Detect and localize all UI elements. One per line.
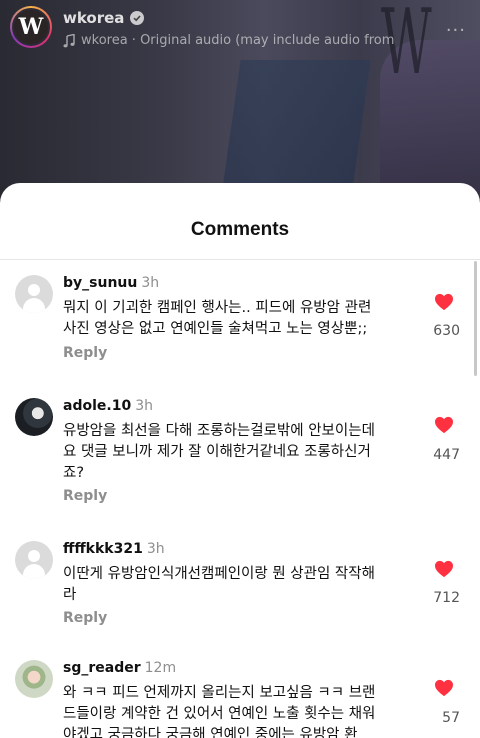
reel-author[interactable]: wkorea [63,9,145,27]
avatar[interactable] [15,541,53,579]
comment-header: ffffkkk321 3h [63,541,165,557]
comment-username[interactable]: adole.10 [63,398,131,414]
reel-panel [219,60,371,200]
comment-time: 3h [146,541,165,557]
comment-line: 뭐지 이 기괴한 캠페인 행사는.. 피드에 유방암 관련 [63,300,372,316]
heart-icon[interactable] [434,560,454,578]
comment-text: 와 ㅋㅋ 피드 언제까지 올리는지 보고싶음 ㅋㅋ 브랜 드들이랑 계약한 건 … [63,683,413,738]
avatar[interactable] [15,398,53,436]
comment-username[interactable]: by_sunuu [63,275,137,291]
avatar[interactable] [15,660,53,698]
reply-button[interactable]: Reply [63,345,107,361]
comment-line: 라 [63,587,77,603]
comment-line: 와 ㅋㅋ 피드 언제까지 올리는지 보고싶음 ㅋㅋ 브랜 [63,685,376,701]
like-count: 447 [433,447,460,463]
reel-username: wkorea [63,9,125,27]
reply-button[interactable]: Reply [63,488,107,504]
comment-text: 유방암을 최선을 다해 조롱하는걸로밖에 안보이는데 요 댓글 보니까 제가 잘… [63,421,413,484]
audio-label: wkorea · Original audio (may include aud… [81,33,395,48]
like-count: 630 [433,323,460,339]
avatar[interactable] [15,275,53,313]
sheet-title: Comments [190,219,290,240]
comment-line: 유방암을 최선을 다해 조롱하는걸로밖에 안보이는데 [63,423,375,439]
reel-background: W [0,0,480,200]
comment-text: 뭐지 이 기괴한 캠페인 행사는.. 피드에 유방암 관련 사진 영상은 없고 … [63,298,413,340]
verified-badge-icon [130,11,145,25]
comment-line: 이딴게 유방암인식개선캠페인이랑 뭔 상관임 작작해 [63,566,375,582]
comment-line: 드들이랑 계약한 건 있어서 연예인 노출 횟수는 채워 [63,706,376,722]
comment-line: 사진 영상은 없고 연예인들 술쳐먹고 노는 영상뿐;; [63,321,368,337]
reply-button[interactable]: Reply [63,610,107,626]
scrollbar[interactable] [474,261,477,376]
reel-audio[interactable]: wkorea · Original audio (may include aud… [63,33,394,48]
comment-time: 3h [141,275,160,291]
comment-line: 요 댓글 보니까 제가 잘 이해한거같네요 조롱하신거 [63,444,371,460]
comment-time: 12m [144,660,177,676]
comment-username[interactable]: ffffkkk321 [63,541,143,557]
comment-header: by_sunuu 3h [63,275,159,291]
more-dots-icon[interactable]: ··· [446,20,466,41]
comment-line: 죠? [63,465,85,481]
like-count: 712 [433,590,460,606]
avatar-letter: W [12,8,50,46]
comments-sheet: Comments by_sunuu 3h 뭐지 이 기괴한 캠페인 행사는.. 피… [0,183,480,738]
heart-icon[interactable] [434,416,454,434]
comment-header: sg_reader 12m [63,660,176,676]
heart-icon[interactable] [434,293,454,311]
comment-time: 3h [135,398,153,414]
comment-text: 이딴게 유방암인식개선캠페인이랑 뭔 상관임 작작해 라 [63,564,413,606]
heart-icon[interactable] [434,679,454,697]
sheet-divider [0,259,480,260]
comment-username[interactable]: sg_reader [63,660,141,676]
reel-author-avatar[interactable]: W [10,6,52,48]
music-note-icon [63,33,75,47]
like-count: 57 [442,710,460,726]
comment-header: adole.10 3h [63,398,153,414]
comment-line: 야겠고 궁금하다 궁금해 연예인 중에는 유방암 환 [63,727,358,738]
